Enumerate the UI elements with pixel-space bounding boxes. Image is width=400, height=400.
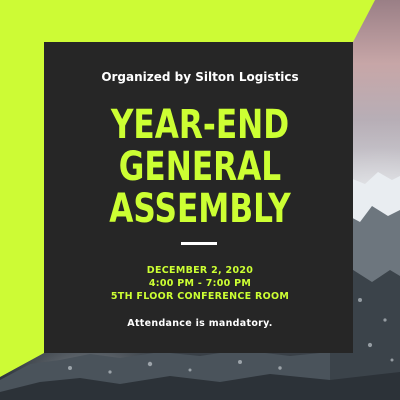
title-line-1: YEAR-END	[110, 102, 290, 148]
event-time: 4:00 PM - 7:00 PM	[148, 278, 252, 289]
event-poster: Organized by Silton Logistics YEAR-END G…	[0, 0, 400, 400]
organizer-text: Organized by Silton Logistics	[101, 70, 299, 84]
event-date: DECEMBER 2, 2020	[146, 265, 254, 276]
attendance-note: Attendance is mandatory.	[127, 318, 273, 329]
title-line-3: ASSEMBLY	[109, 186, 291, 232]
title-line-2: GENERAL	[118, 144, 282, 190]
event-location: 5TH FLOOR CONFERENCE ROOM	[110, 291, 290, 302]
divider-line	[181, 242, 217, 245]
event-details: DECEMBER 2, 2020 4:00 PM - 7:00 PM 5TH F…	[0, 264, 400, 303]
event-title: YEAR-END GENERAL ASSEMBLY	[0, 104, 400, 230]
